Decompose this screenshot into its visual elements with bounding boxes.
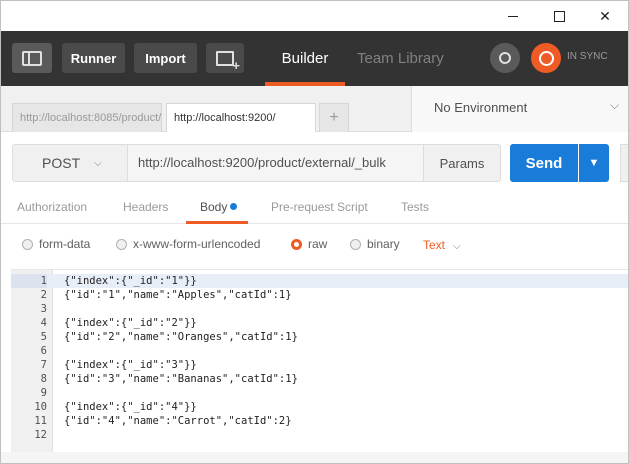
request-bar: POST ⌵ http://localhost:9200/product/ext… [1,132,628,194]
radio-icon [116,238,127,250]
line-number: 5 [40,331,47,343]
line-number: 4 [40,317,47,329]
editor-line[interactable]: 9 [11,386,628,400]
new-window-icon [216,50,240,72]
maximize-icon[interactable] [536,1,582,31]
radio-binary[interactable]: binary [350,237,400,251]
line-number: 1 [11,274,47,288]
import-button[interactable]: Import [134,43,197,73]
send-button[interactable]: Send [510,144,578,182]
body-type-options: form-data x-www-form-urlencoded raw bina… [1,224,628,264]
radio-label: raw [308,237,328,251]
request-tab-active[interactable]: http://localhost:9200/ [166,103,316,133]
radio-selected-icon [291,238,302,250]
radio-raw[interactable]: raw [291,237,327,251]
minimize-icon[interactable] [490,1,536,31]
line-number: 11 [34,415,47,427]
app-window: ✕ Runner Import Builder Team Library IN … [0,0,629,464]
line-number: 7 [40,359,47,371]
radio-label: binary [367,237,400,251]
editor-line[interactable]: 6 [11,344,628,358]
code-text: {"id":"2","name":"Oranges","catId":1} [64,331,298,343]
tab-tests[interactable]: Tests [401,200,429,214]
method-label: POST [42,155,81,171]
title-bar: ✕ [1,1,628,31]
code-text: {"index":{"_id":"2"}} [64,317,197,329]
code-text: {"id":"1","name":"Apples","catId":1} [64,289,292,301]
chevron-down-icon: ⌵ [94,157,102,169]
editor-line[interactable]: 12 [11,428,628,442]
line-number: 9 [40,387,47,399]
horizontal-scrollbar[interactable] [1,452,628,463]
line-number: 12 [34,429,47,441]
radio-form-data[interactable]: form-data [22,237,90,251]
params-button[interactable]: Params [423,144,501,182]
sync-status-button[interactable] [531,43,561,73]
interceptor-button[interactable] [490,43,520,73]
request-tab[interactable]: http://localhost:8085/product/ [12,103,162,132]
editor-line[interactable]: 10 {"index":{"_id":"4"}} [11,400,628,414]
line-number: 2 [40,289,47,301]
toggle-sidebar-button[interactable] [12,43,52,73]
modified-dot-icon [230,203,238,210]
editor-line[interactable]: 7 {"index":{"_id":"3"}} [11,358,628,372]
content-type-label: Text [423,238,446,252]
radio-label: form-data [39,237,91,251]
method-select[interactable]: POST ⌵ [12,144,128,182]
url-input[interactable]: http://localhost:9200/product/external/_… [128,144,423,182]
environment-select[interactable]: No Environment [434,100,527,115]
editor-line[interactable]: 5 {"id":"2","name":"Oranges","catId":1} [11,330,628,344]
runner-button[interactable]: Runner [62,43,125,73]
code-text: {"index":{"_id":"4"}} [64,401,197,413]
radio-label: x-www-form-urlencoded [133,237,261,251]
chevron-down-icon[interactable]: ⌵ [610,98,619,113]
code-text: {"id":"4","name":"Carrot","catId":2} [64,415,292,427]
close-icon[interactable]: ✕ [582,1,628,31]
editor-line[interactable]: 11 {"id":"4","name":"Carrot","catId":2} [11,414,628,428]
tab-pre-request-script[interactable]: Pre-request Script [271,200,368,214]
send-options-button[interactable]: ▼ [579,144,609,182]
tab-body[interactable]: Body [200,200,238,214]
editor-line[interactable]: 2 {"id":"1","name":"Apples","catId":1} [11,288,628,302]
radio-icon [350,238,361,250]
sync-icon [538,50,554,66]
tab-headers[interactable]: Headers [123,200,168,214]
code-text: {"id":"3","name":"Bananas","catId":1} [64,373,298,385]
save-button[interactable] [620,144,628,182]
sync-status-label: IN SYNC [567,51,608,62]
radio-urlencoded[interactable]: x-www-form-urlencoded [116,237,260,251]
line-number: 3 [40,303,47,315]
line-number: 6 [40,345,47,357]
sidebar-icon [22,50,42,66]
new-window-button[interactable] [206,43,244,73]
line-number: 8 [40,373,47,385]
tab-builder[interactable]: Builder [265,31,345,86]
editor-line[interactable]: 1 {"index":{"_id":"1"}} [11,274,628,288]
editor-line[interactable]: 4 {"index":{"_id":"2"}} [11,316,628,330]
editor-line[interactable]: 3 [11,302,628,316]
content-type-select[interactable]: Text ⌵ [423,238,461,252]
raw-body-editor[interactable]: 1 {"index":{"_id":"1"}} 2 {"id":"1","name":… [11,269,628,452]
tab-body-label: Body [200,200,228,214]
tab-authorization[interactable]: Authorization [17,200,87,214]
code-text: {"index":{"_id":"1"}} [64,275,197,287]
code-text: {"index":{"_id":"3"}} [64,359,197,371]
tab-team-library[interactable]: Team Library [357,31,444,86]
satellite-icon [499,52,511,64]
add-tab-button[interactable]: + [319,103,349,132]
environment-panel: No Environment ⌵ [411,86,628,132]
radio-icon [22,238,33,250]
request-sub-tabs: Authorization Headers Body Pre-request S… [1,194,628,224]
chevron-down-icon: ⌵ [453,241,461,252]
editor-line[interactable]: 8 {"id":"3","name":"Bananas","catId":1} [11,372,628,386]
line-number: 10 [34,401,47,413]
